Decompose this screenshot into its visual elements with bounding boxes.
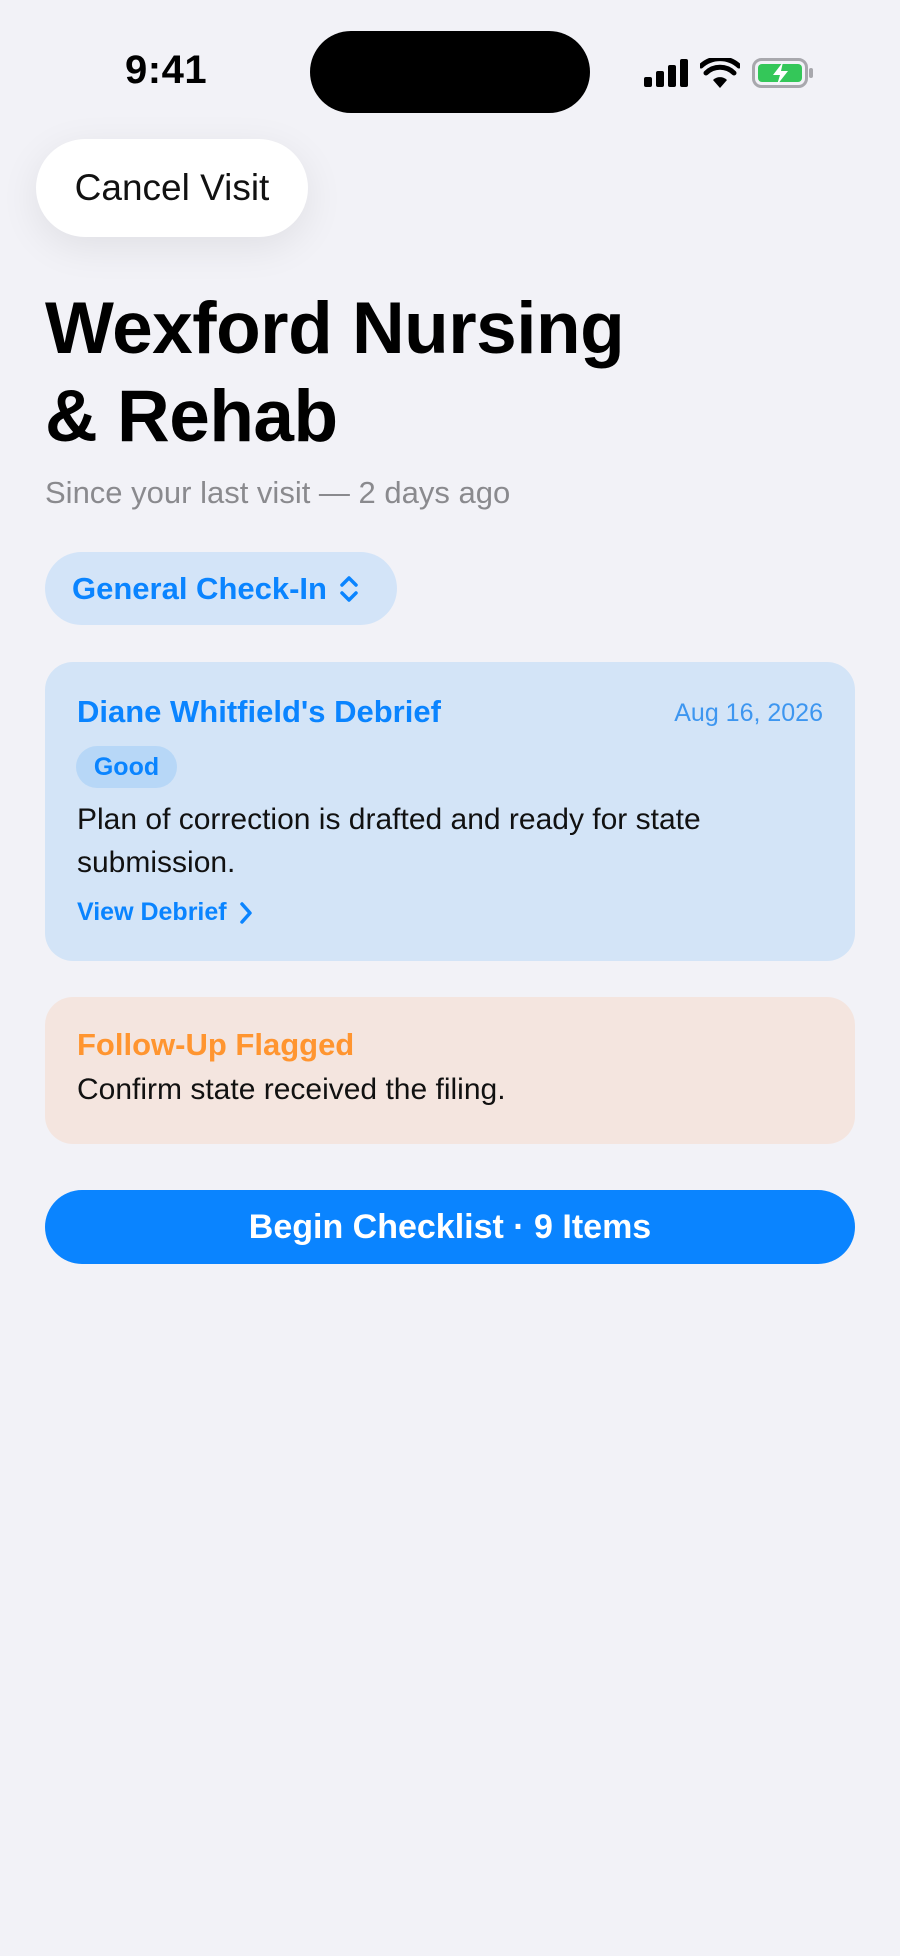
dynamic-island (310, 31, 590, 113)
status-icons (644, 56, 814, 90)
last-visit-subtitle: Since your last visit — 2 days ago (45, 475, 511, 510)
view-debrief-link[interactable]: View Debrief (77, 898, 253, 927)
chevron-up-down-icon (339, 574, 359, 604)
debrief-date: Aug 16, 2026 (674, 699, 823, 727)
visit-type-picker[interactable]: General Check-In (45, 552, 397, 625)
wifi-icon (700, 58, 740, 88)
followup-card: Follow-Up Flagged Confirm state received… (45, 997, 855, 1144)
cancel-visit-button[interactable]: Cancel Visit (36, 139, 308, 237)
debrief-title: Diane Whitfield's Debrief (77, 694, 441, 729)
followup-body: Confirm state received the filing. (77, 1073, 506, 1106)
page-title: Wexford Nursing & Rehab (45, 285, 845, 461)
status-badge: Good (76, 746, 177, 788)
chevron-right-icon (239, 901, 253, 925)
status-time: 9:41 (125, 48, 208, 92)
followup-title: Follow-Up Flagged (77, 1027, 355, 1062)
status-bar: 9:41 (0, 0, 900, 140)
cellular-signal-icon (644, 59, 688, 87)
page-title-line1: Wexford Nursing (45, 288, 625, 369)
debrief-summary: Plan of correction is drafted and ready … (77, 803, 701, 879)
debrief-card[interactable]: Diane Whitfield's Debrief Aug 16, 2026 G… (45, 662, 855, 961)
page-title-line2: & Rehab (45, 376, 338, 457)
battery-charging-icon (752, 58, 814, 88)
visit-type-label: General Check-In (72, 570, 327, 606)
view-debrief-label: View Debrief (77, 898, 227, 926)
begin-checklist-button[interactable]: Begin Checklist · 9 Items (45, 1190, 855, 1264)
